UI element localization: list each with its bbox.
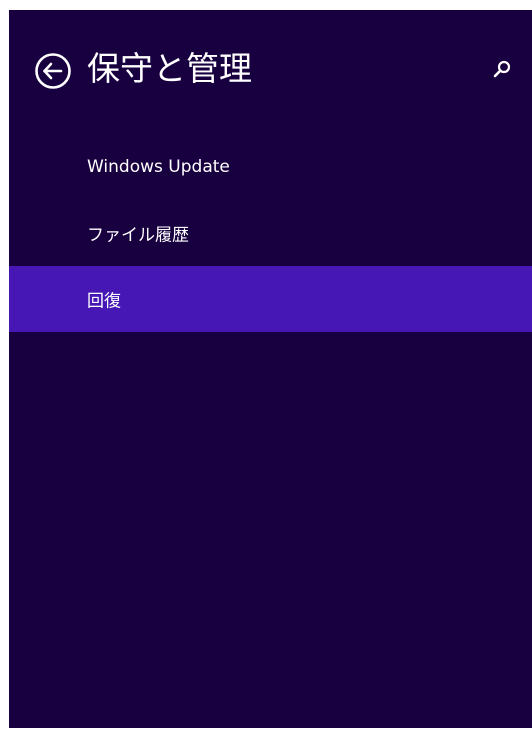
nav-item-recovery[interactable]: 回復: [9, 266, 532, 332]
panel-header: 保守と管理: [9, 10, 532, 130]
nav-item-label: ファイル履歴: [87, 225, 189, 246]
nav-item-file-history[interactable]: ファイル履歴: [9, 200, 532, 266]
back-arrow-circle-icon[interactable]: [33, 51, 73, 91]
nav-item-label: 回復: [87, 291, 121, 312]
nav-item-label: Windows Update: [87, 157, 230, 177]
settings-panel: 保守と管理 Windows Update ファイル履歴 回復: [9, 10, 532, 728]
nav-item-windows-update[interactable]: Windows Update: [9, 134, 532, 200]
page-title: 保守と管理: [87, 49, 252, 88]
search-icon[interactable]: [490, 57, 514, 81]
nav-list: Windows Update ファイル履歴 回復: [9, 134, 532, 332]
